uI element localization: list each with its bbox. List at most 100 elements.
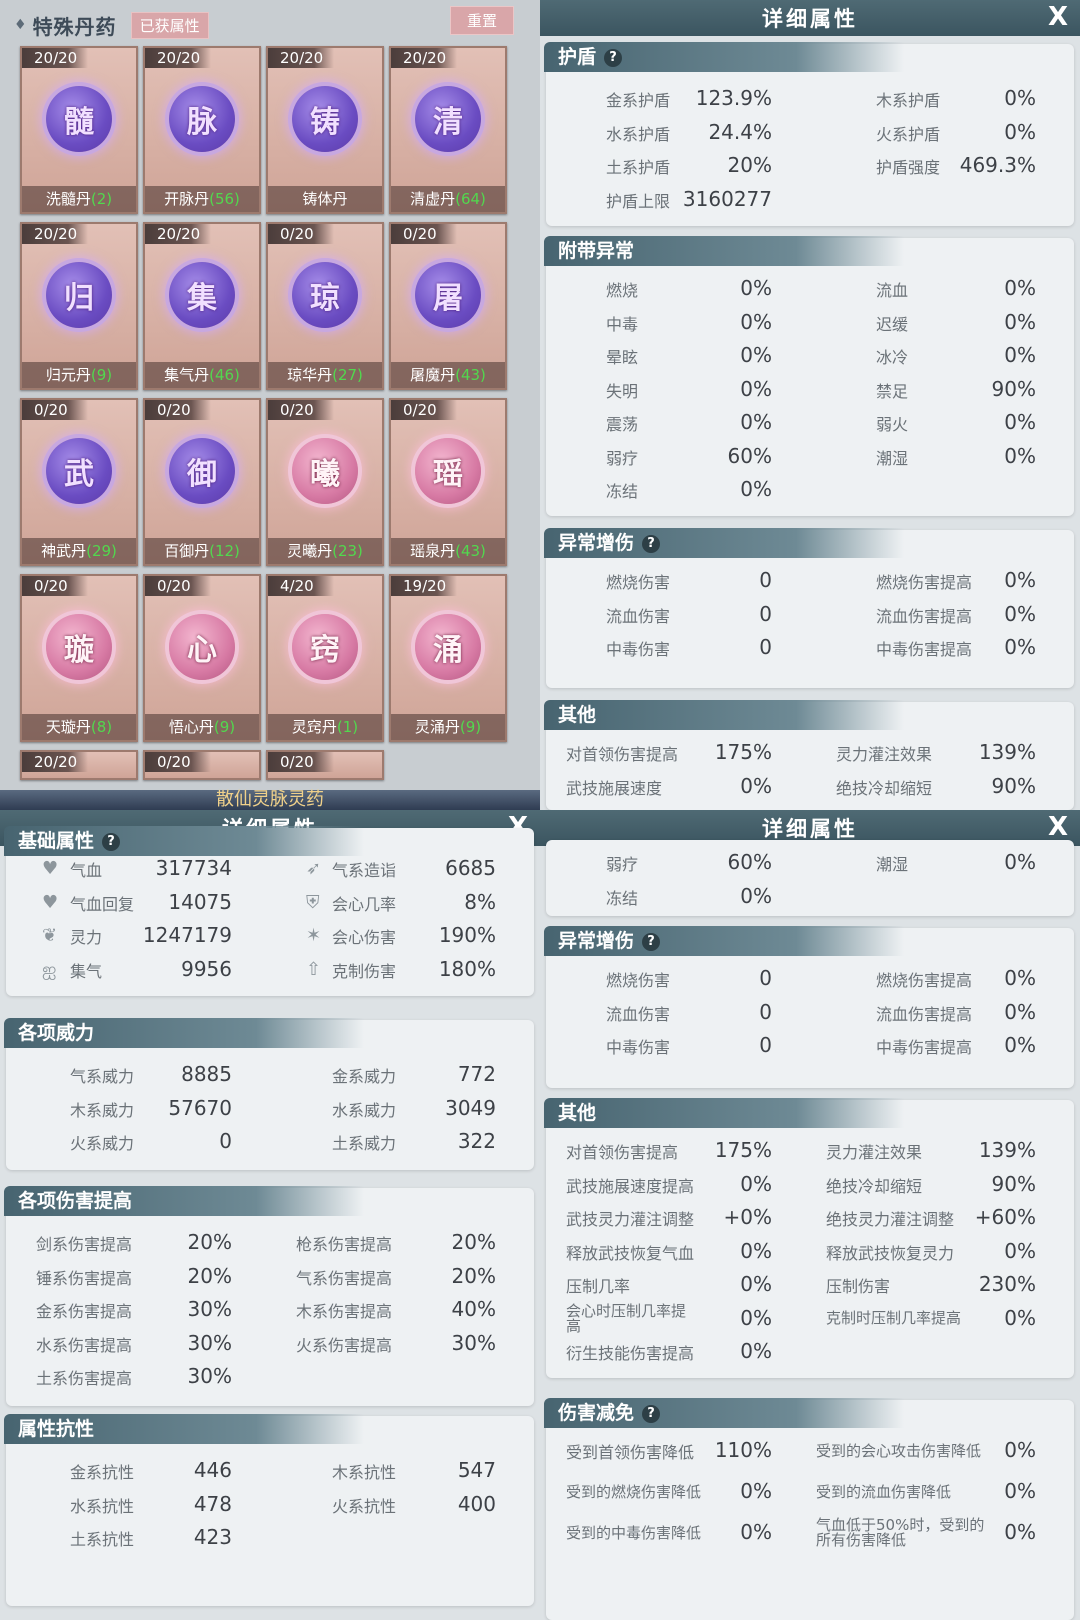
pill-card[interactable]: 0/20 御百御丹(12) bbox=[143, 398, 261, 566]
stat-value: 175% bbox=[714, 1138, 772, 1162]
stat-value: 8% bbox=[464, 889, 496, 914]
stat-value: 0% bbox=[740, 309, 772, 334]
pill-name-label: 琼华丹(27) bbox=[268, 362, 382, 388]
pill-count: 0/20 bbox=[22, 400, 88, 420]
stat-value: 423 bbox=[193, 1525, 232, 1549]
pill-name: 神武丹 bbox=[41, 542, 87, 560]
stat-value: 110% bbox=[714, 1438, 772, 1462]
pill-count: 4/20 bbox=[268, 576, 334, 596]
help-icon[interactable]: ? bbox=[642, 933, 661, 951]
stat-value: 30% bbox=[187, 1364, 232, 1388]
pill-count: 20/20 bbox=[22, 224, 88, 244]
stat-value: 30% bbox=[187, 1330, 232, 1355]
detail-panel-other: 详细属性 X 弱疗 60% 潮湿 0% 冻结 0% 异常增伤? 燃烧伤害 0 燃烧伤害提高 0% 流血… bbox=[540, 810, 1080, 1620]
pill-orb-icon: 窍 bbox=[292, 614, 358, 680]
stat-section: 护盾? 金系护盾 123.9% 木系护盾 0% 水系护盾 24.4% 火系护盾 0% 土系护盾 20… bbox=[544, 42, 1074, 226]
pill-card[interactable]: 20/20 铸铸体丹 bbox=[266, 46, 384, 214]
stat-value: 0% bbox=[740, 376, 772, 401]
close-icon[interactable]: X bbox=[1048, 2, 1068, 32]
obtained-attributes-tab[interactable]: 已获属性 bbox=[130, 11, 209, 39]
close-icon[interactable]: X bbox=[1048, 812, 1068, 842]
arrow-up-icon: ⇧ bbox=[306, 958, 322, 980]
pill-orb-icon: 心 bbox=[169, 614, 235, 680]
help-icon[interactable]: ? bbox=[604, 49, 623, 67]
stat-value: 20% bbox=[187, 1230, 232, 1254]
stat-value: 0% bbox=[1004, 1438, 1036, 1462]
stat-value: +60% bbox=[974, 1205, 1036, 1229]
section-title: 属性抗性 bbox=[4, 1414, 364, 1444]
stat-value: 14075 bbox=[168, 889, 232, 914]
pill-count: 0/20 bbox=[145, 752, 211, 772]
stat-value: 0% bbox=[740, 1339, 772, 1363]
stat-value: 180% bbox=[438, 956, 496, 981]
pill-name: 开脉丹 bbox=[164, 190, 210, 208]
pill-count: 0/20 bbox=[391, 400, 457, 420]
stat-value: 0% bbox=[1004, 601, 1036, 626]
stat-value: 0% bbox=[1004, 1520, 1036, 1544]
pill-name-label: 开脉丹(56) bbox=[145, 186, 259, 212]
help-icon[interactable]: ? bbox=[102, 833, 121, 851]
stat-value: 446 bbox=[193, 1458, 232, 1482]
stat-value: 40% bbox=[451, 1297, 496, 1321]
pill-card[interactable]: 20/20 归归元丹(9) bbox=[20, 222, 138, 390]
pill-card[interactable]: 0/20 bbox=[143, 750, 261, 780]
stat-value: 60% bbox=[727, 443, 772, 468]
pill-card[interactable]: 20/20 脉开脉丹(56) bbox=[143, 46, 261, 214]
pill-name: 清虚丹 bbox=[410, 190, 456, 208]
pill-card[interactable]: 20/20 髓洗髓丹(2) bbox=[20, 46, 138, 214]
pill-card[interactable]: 0/20 璇天璇丹(8) bbox=[20, 574, 138, 742]
pill-owned-count: (27) bbox=[332, 366, 363, 384]
stat-value: 60% bbox=[727, 850, 772, 874]
pill-orb-icon: 铸 bbox=[292, 86, 358, 152]
stat-value: 0% bbox=[740, 773, 772, 798]
pill-name: 百御丹 bbox=[164, 542, 210, 560]
pill-card[interactable]: 0/20 瑶瑶泉丹(43) bbox=[389, 398, 507, 566]
pill-name-label: 瑶泉丹(43) bbox=[391, 538, 505, 564]
stat-label: 压制伤害 bbox=[826, 1277, 891, 1296]
section-title-text: 伤害减免 bbox=[558, 1402, 635, 1424]
reset-button[interactable]: 重置 bbox=[449, 6, 514, 35]
pill-count: 0/20 bbox=[145, 576, 211, 596]
stat-value: 139% bbox=[978, 740, 1036, 764]
stat-value: 0% bbox=[740, 1479, 772, 1503]
section-title-text: 其他 bbox=[558, 1102, 597, 1124]
pill-card[interactable]: 20/20 集集气丹(46) bbox=[143, 222, 261, 390]
section-title-text: 其他 bbox=[558, 704, 597, 726]
pill-card[interactable]: 20/20 清清虚丹(64) bbox=[389, 46, 507, 214]
pill-owned-count: (64) bbox=[455, 190, 486, 208]
section-title-text: 附带异常 bbox=[558, 240, 635, 262]
stat-value: 0 bbox=[759, 635, 772, 659]
stat-value: 57670 bbox=[168, 1095, 232, 1120]
stat-value: 20% bbox=[451, 1263, 496, 1288]
stat-value: 0% bbox=[740, 1238, 772, 1263]
stat-value: 30% bbox=[187, 1297, 232, 1321]
stat-value: 190% bbox=[438, 923, 496, 947]
stat-value: 0 bbox=[219, 1129, 232, 1153]
pill-owned-count: (43) bbox=[455, 366, 486, 384]
section-title-text: 属性抗性 bbox=[18, 1418, 95, 1440]
pill-card[interactable]: 0/20 屠屠魔丹(43) bbox=[389, 222, 507, 390]
help-icon[interactable]: ? bbox=[642, 1405, 661, 1423]
pill-card[interactable]: 0/20 武神武丹(29) bbox=[20, 398, 138, 566]
pill-count: 0/20 bbox=[268, 224, 334, 244]
pill-card[interactable]: 0/20 曦灵曦丹(23) bbox=[266, 398, 384, 566]
pill-card[interactable]: 0/20 琼琼华丹(27) bbox=[266, 222, 384, 390]
pill-name-label: 灵窍丹(1) bbox=[268, 714, 382, 740]
pill-card[interactable]: 19/20 涌灵涌丹(9) bbox=[389, 574, 507, 742]
stat-value: 3049 bbox=[445, 1095, 496, 1120]
stat-value: 469.3% bbox=[959, 153, 1036, 177]
pill-card[interactable]: 0/20 心悟心丹(9) bbox=[143, 574, 261, 742]
pill-count: 19/20 bbox=[391, 576, 457, 596]
stat-section: 附带异常 燃烧 0% 流血 0% 中毒 0% 迟缓 0% 晕眩 0% 冰冷 0% 失明 0% 禁足 90% 震荡 0… bbox=[544, 236, 1074, 516]
pill-name-label: 屠魔丹(43) bbox=[391, 362, 505, 388]
pill-card[interactable]: 20/20 bbox=[20, 750, 138, 780]
pill-name-label: 灵涌丹(9) bbox=[391, 714, 505, 740]
pill-card[interactable]: 0/20 bbox=[266, 750, 384, 780]
stat-section: 各项伤害提高 剑系伤害提高 20% 枪系伤害提高 20% 锤系伤害提高 20% 气系伤害提高 2… bbox=[4, 1186, 534, 1406]
help-icon[interactable]: ? bbox=[642, 535, 661, 553]
pill-orb-icon: 涌 bbox=[415, 614, 481, 680]
section-title-text: 基础属性 bbox=[18, 830, 95, 852]
pill-orb-icon: 归 bbox=[46, 262, 112, 328]
pill-card[interactable]: 4/20 窍灵窍丹(1) bbox=[266, 574, 384, 742]
stat-value: 230% bbox=[978, 1272, 1036, 1296]
